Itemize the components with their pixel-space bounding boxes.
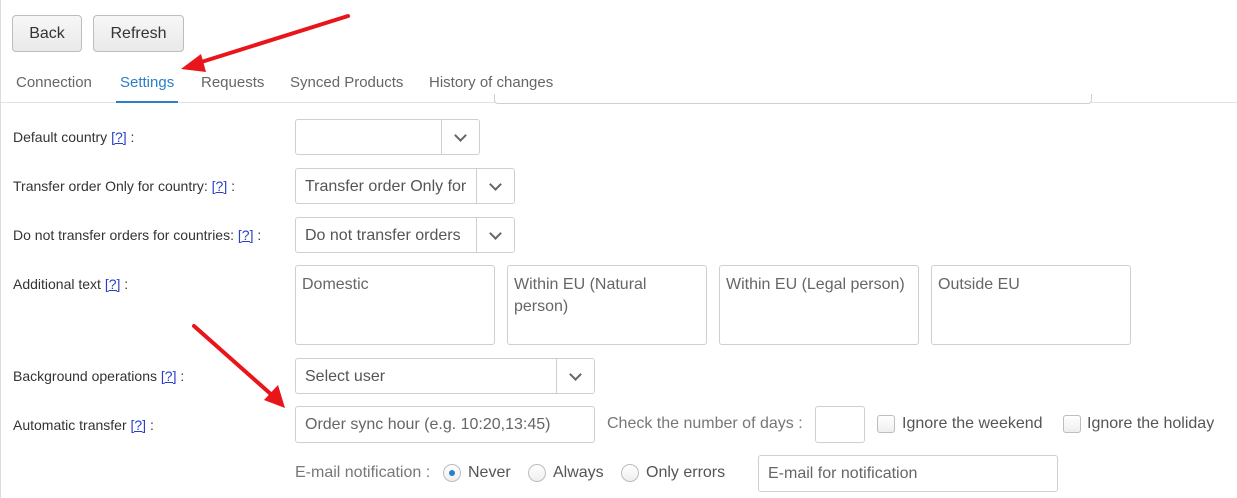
- automatic-transfer-help-link[interactable]: [?]: [131, 417, 147, 433]
- chevron-down-icon[interactable]: [556, 359, 594, 393]
- additional-text-label: Additional text [?] :: [13, 276, 129, 292]
- default-country-help-link[interactable]: [?]: [111, 129, 127, 145]
- tab-connection[interactable]: Connection: [16, 74, 92, 91]
- tab-requests[interactable]: Requests: [201, 74, 264, 91]
- back-button[interactable]: Back: [12, 15, 82, 52]
- additional-text-eu-legal-person[interactable]: Within EU (Legal person): [719, 265, 919, 345]
- additional-text-domestic[interactable]: Domestic: [295, 265, 495, 345]
- days-count-input[interactable]: [815, 406, 865, 443]
- no-transfer-countries-value: Do not transfer orders: [305, 227, 461, 244]
- radio-always[interactable]: [528, 464, 546, 482]
- sync-hour-input[interactable]: Order sync hour (e.g. 10:20,13:45): [295, 406, 595, 443]
- ignore-holiday-label[interactable]: Ignore the holiday: [1087, 415, 1214, 433]
- chevron-down-icon[interactable]: [441, 120, 479, 154]
- chevron-down-icon[interactable]: [476, 169, 514, 203]
- default-country-select[interactable]: [295, 119, 480, 155]
- background-operations-select[interactable]: Select user: [295, 358, 595, 394]
- background-operations-label: Background operations [?] :: [13, 368, 185, 384]
- settings-page: Back Refresh Connection Settings Request…: [0, 0, 1237, 498]
- additional-text-outside-eu[interactable]: Outside EU: [931, 265, 1131, 345]
- arrow-to-sync-hour-icon: [192, 324, 285, 408]
- additional-text-help-link[interactable]: [?]: [105, 276, 121, 292]
- radio-never[interactable]: [443, 464, 461, 482]
- scrolled-field-edge: [494, 94, 1092, 104]
- radio-only-errors[interactable]: [621, 464, 639, 482]
- days-check-label: Check the number of days :: [607, 415, 803, 432]
- radio-never-label[interactable]: Never: [468, 464, 511, 482]
- no-transfer-countries-select[interactable]: Do not transfer orders: [295, 217, 515, 253]
- radio-only-errors-label[interactable]: Only errors: [646, 464, 725, 482]
- transfer-only-country-label: Transfer order Only for country: [?] :: [13, 178, 236, 194]
- additional-text-eu-natural-person[interactable]: Within EU (Natural person): [507, 265, 707, 345]
- active-tab-indicator: [116, 101, 178, 103]
- automatic-transfer-label: Automatic transfer [?] :: [13, 417, 154, 433]
- ignore-holiday-checkbox[interactable]: [1063, 415, 1081, 433]
- no-transfer-countries-label: Do not transfer orders for countries: [?…: [13, 227, 262, 243]
- default-country-label: Default country [?] :: [13, 129, 135, 145]
- refresh-button[interactable]: Refresh: [93, 15, 184, 52]
- background-operations-value: Select user: [305, 368, 386, 385]
- background-operations-help-link[interactable]: [?]: [161, 368, 177, 384]
- transfer-only-country-help-link[interactable]: [?]: [212, 178, 228, 194]
- no-transfer-countries-help-link[interactable]: [?]: [238, 227, 254, 243]
- tab-synced-products[interactable]: Synced Products: [290, 74, 403, 91]
- ignore-weekend-checkbox[interactable]: [877, 415, 895, 433]
- tab-settings[interactable]: Settings: [120, 74, 174, 91]
- ignore-weekend-label[interactable]: Ignore the weekend: [902, 415, 1043, 433]
- tab-history-of-changes[interactable]: History of changes: [429, 74, 553, 91]
- chevron-down-icon[interactable]: [476, 218, 514, 252]
- radio-always-label[interactable]: Always: [553, 464, 604, 482]
- notification-email-input[interactable]: E-mail for notification: [758, 455, 1058, 492]
- email-notification-label: E-mail notification :: [295, 464, 431, 481]
- transfer-only-country-select[interactable]: Transfer order Only for: [295, 168, 515, 204]
- transfer-only-country-value: Transfer order Only for: [305, 178, 467, 195]
